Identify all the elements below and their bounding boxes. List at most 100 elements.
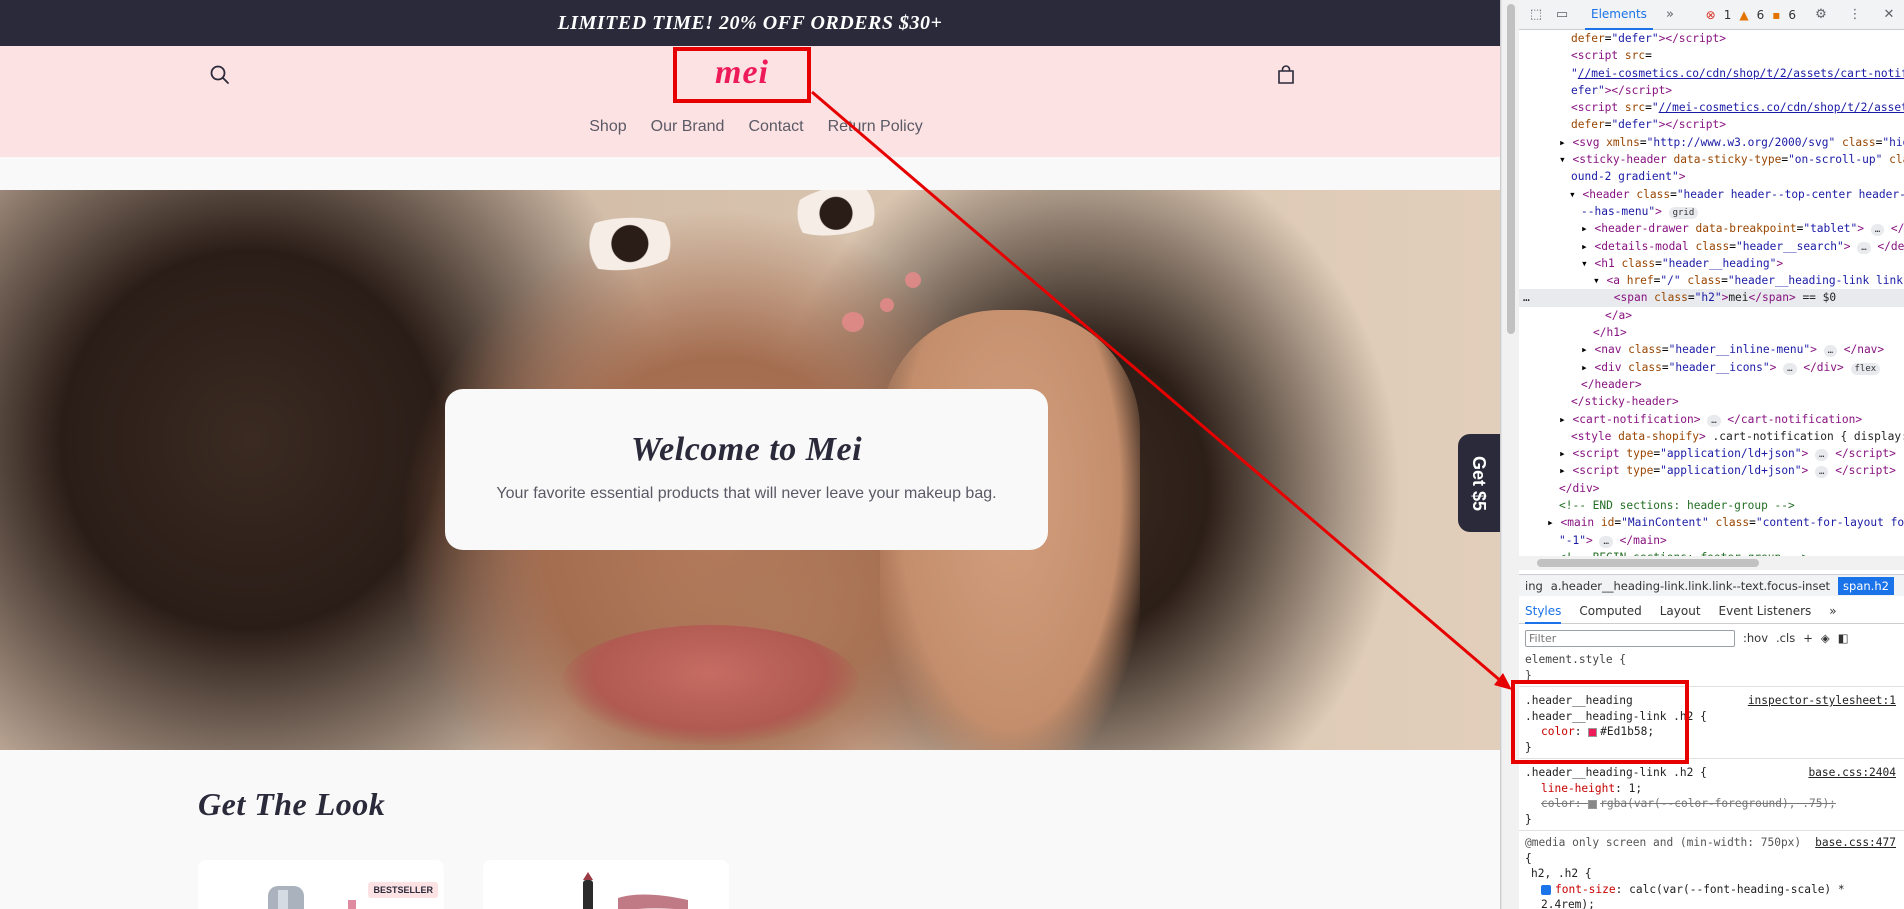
hero-subtitle: Your favorite essential products that wi…	[496, 485, 997, 502]
devtools-panel: ⬚ ▭ Elements » ⊗ 1 ▲ 6 ▪ 6 ⚙ ⋮ ✕ defer="def…	[1500, 0, 1904, 909]
dom-line[interactable]: ▾ <h1 class="header__heading">	[1519, 255, 1904, 272]
dom-line[interactable]: </a>	[1519, 307, 1904, 324]
dom-line[interactable]: ▸ <svg xmlns="http://www.w3.org/2000/svg…	[1519, 134, 1904, 151]
warning-icon[interactable]: ▲	[1739, 8, 1748, 22]
page-scrollbar[interactable]	[1501, 0, 1519, 909]
rule-property-overridden[interactable]: color: rgba(var(--color-foreground), .75…	[1525, 796, 1904, 812]
rule-property[interactable]: font-size: calc(var(--font-heading-scale…	[1525, 882, 1904, 909]
dom-line[interactable]: <!-- END sections: header-group -->	[1519, 497, 1904, 514]
device-toggle-icon[interactable]: ▭	[1553, 6, 1571, 24]
breadcrumb-item-current[interactable]: span.h2	[1838, 576, 1894, 595]
more-tabs-icon[interactable]: »	[1829, 604, 1836, 618]
announcement-bar: LIMITED TIME! 20% OFF ORDERS $30+	[0, 0, 1500, 46]
dom-line[interactable]: </header>	[1519, 376, 1904, 393]
dom-line[interactable]: ▸ <script type="application/ld+json"> … …	[1519, 445, 1904, 462]
styles-tabbar: Styles Computed Layout Event Listeners »	[1519, 598, 1904, 624]
rule-source-link[interactable]: base.css:2404	[1808, 765, 1896, 781]
cart-icon[interactable]	[1273, 62, 1299, 88]
nav-item-our-brand[interactable]: Our Brand	[651, 118, 725, 136]
rule-open: {	[1525, 851, 1532, 865]
styles-filter-input[interactable]: Filter	[1525, 629, 1735, 647]
tab-event-listeners[interactable]: Event Listeners	[1719, 604, 1812, 618]
nav-item-shop[interactable]: Shop	[589, 118, 626, 136]
logo-highlight-box: mei	[673, 47, 811, 103]
nav-item-contact[interactable]: Contact	[748, 118, 803, 136]
more-tabs-icon[interactable]: »	[1661, 6, 1679, 24]
close-icon[interactable]: ✕	[1880, 6, 1898, 24]
nav-item-return-policy[interactable]: Return Policy	[828, 118, 923, 136]
color-swatch[interactable]	[1588, 799, 1598, 809]
dom-line[interactable]: --has-menu"> grid	[1519, 203, 1904, 220]
dom-line[interactable]: ▾ <header class="header header--top-cent…	[1519, 186, 1904, 203]
hero-blush-dot	[905, 272, 921, 288]
section-title: Get The Look	[198, 786, 386, 822]
dom-line[interactable]: "//mei-cosmetics.co/cdn/shop/t/2/assets/…	[1519, 65, 1904, 82]
product-card[interactable]: BESTSELLER	[198, 860, 444, 909]
dom-line[interactable]: ▸ <details-modal class="header__search">…	[1519, 238, 1904, 255]
gear-icon[interactable]: ⚙	[1812, 6, 1830, 24]
dom-line[interactable]: ▸ <nav class="header__inline-menu"> … </…	[1519, 341, 1904, 358]
dom-line[interactable]: </div>	[1519, 480, 1904, 497]
cls-toggle[interactable]: .cls	[1776, 631, 1795, 645]
error-count[interactable]: 1	[1724, 8, 1732, 22]
get-5-label: Get $5	[1469, 455, 1490, 511]
hero-blush-dot	[842, 312, 864, 332]
warning-count[interactable]: 6	[1757, 8, 1765, 22]
rule-property[interactable]: line-height: 1;	[1525, 781, 1904, 797]
dom-line-selected[interactable]: … <span class="h2">mei</span> == $0	[1519, 289, 1904, 307]
dom-line[interactable]: ▾ <sticky-header data-sticky-type="on-sc…	[1519, 151, 1904, 168]
dom-line[interactable]: defer="defer"></script>	[1519, 30, 1904, 47]
dom-line[interactable]: ▸ <script type="application/ld+json"> … …	[1519, 462, 1904, 479]
rule-selector: h2, .h2 {	[1531, 867, 1592, 880]
issues-icon[interactable]: ▪	[1772, 8, 1780, 22]
rule-base-css-2404[interactable]: base.css:2404 .header__heading-link .h2 …	[1519, 759, 1904, 831]
dom-line[interactable]: ▸ <cart-notification> … </cart-notificat…	[1519, 411, 1904, 428]
dom-line[interactable]: defer="defer"></script>	[1519, 116, 1904, 133]
breadcrumb: ing a.header__heading-link.link.link--te…	[1519, 574, 1904, 596]
styles-highlight-box	[1511, 680, 1689, 764]
dom-line[interactable]: ▸ <div class="header__icons"> … </div> f…	[1519, 359, 1904, 376]
tab-computed[interactable]: Computed	[1579, 604, 1641, 618]
checkbox-icon[interactable]	[1541, 884, 1551, 895]
dom-line[interactable]: ▸ <main id="MainContent" class="content-…	[1519, 514, 1904, 531]
dom-line[interactable]: ▾ <a href="/" class="header__heading-lin…	[1519, 272, 1904, 289]
page-scrollbar-thumb[interactable]	[1507, 4, 1515, 334]
website-viewport: LIMITED TIME! 20% OFF ORDERS $30+ mei Sh…	[0, 0, 1500, 909]
rule-media-query[interactable]: base.css:477 @media only screen and (min…	[1519, 831, 1904, 909]
get-5-tab[interactable]: Get $5	[1458, 434, 1500, 532]
dom-line[interactable]: "-1"> … </main>	[1519, 532, 1904, 549]
add-rule-icon[interactable]: +	[1803, 631, 1813, 645]
hero-lips	[560, 625, 860, 745]
dom-line[interactable]: ▸ <header-drawer data-breakpoint="tablet…	[1519, 220, 1904, 237]
dom-line[interactable]: ound-2 gradient">	[1519, 168, 1904, 185]
hov-toggle[interactable]: :hov	[1743, 631, 1768, 645]
tab-layout[interactable]: Layout	[1660, 604, 1701, 618]
rule-source-link[interactable]: inspector-stylesheet:1	[1748, 693, 1896, 709]
dom-line[interactable]: <script src=	[1519, 47, 1904, 64]
dom-tree-hscrollbar[interactable]	[1519, 556, 1904, 570]
dom-line[interactable]: </h1>	[1519, 324, 1904, 341]
breadcrumb-item[interactable]: ing	[1525, 579, 1543, 593]
dom-line[interactable]: <style data-shopify> .cart-notification …	[1519, 428, 1904, 445]
search-icon[interactable]	[207, 62, 233, 88]
issues-count[interactable]: 6	[1788, 8, 1796, 22]
bestseller-badge: BESTSELLER	[368, 882, 438, 898]
sidebar-toggle-icon[interactable]: ◧	[1838, 631, 1849, 645]
error-icon[interactable]: ⊗	[1706, 8, 1716, 22]
product-card[interactable]	[483, 860, 729, 909]
hero-title: Welcome to Mei	[630, 431, 863, 468]
dom-tree[interactable]: defer="defer"></script> <script src= "//…	[1519, 30, 1904, 562]
product-image	[583, 872, 688, 909]
dom-line[interactable]: efer"></script>	[1519, 82, 1904, 99]
dom-tree-hscrollbar-thumb[interactable]	[1537, 559, 1759, 567]
paint-icon[interactable]: ◈	[1821, 631, 1830, 645]
breadcrumb-item[interactable]: a.header__heading-link.link.link--text.f…	[1551, 579, 1830, 593]
inspect-element-icon[interactable]: ⬚	[1527, 6, 1545, 24]
site-logo[interactable]: mei	[715, 56, 769, 90]
tab-styles[interactable]: Styles	[1525, 598, 1562, 624]
tab-elements[interactable]: Elements	[1585, 0, 1653, 30]
dom-line[interactable]: <script src="//mei-cosmetics.co/cdn/shop…	[1519, 99, 1904, 116]
rule-source-link[interactable]: base.css:477	[1815, 835, 1896, 851]
more-options-icon[interactable]: ⋮	[1846, 6, 1864, 24]
dom-line[interactable]: </sticky-header>	[1519, 393, 1904, 410]
